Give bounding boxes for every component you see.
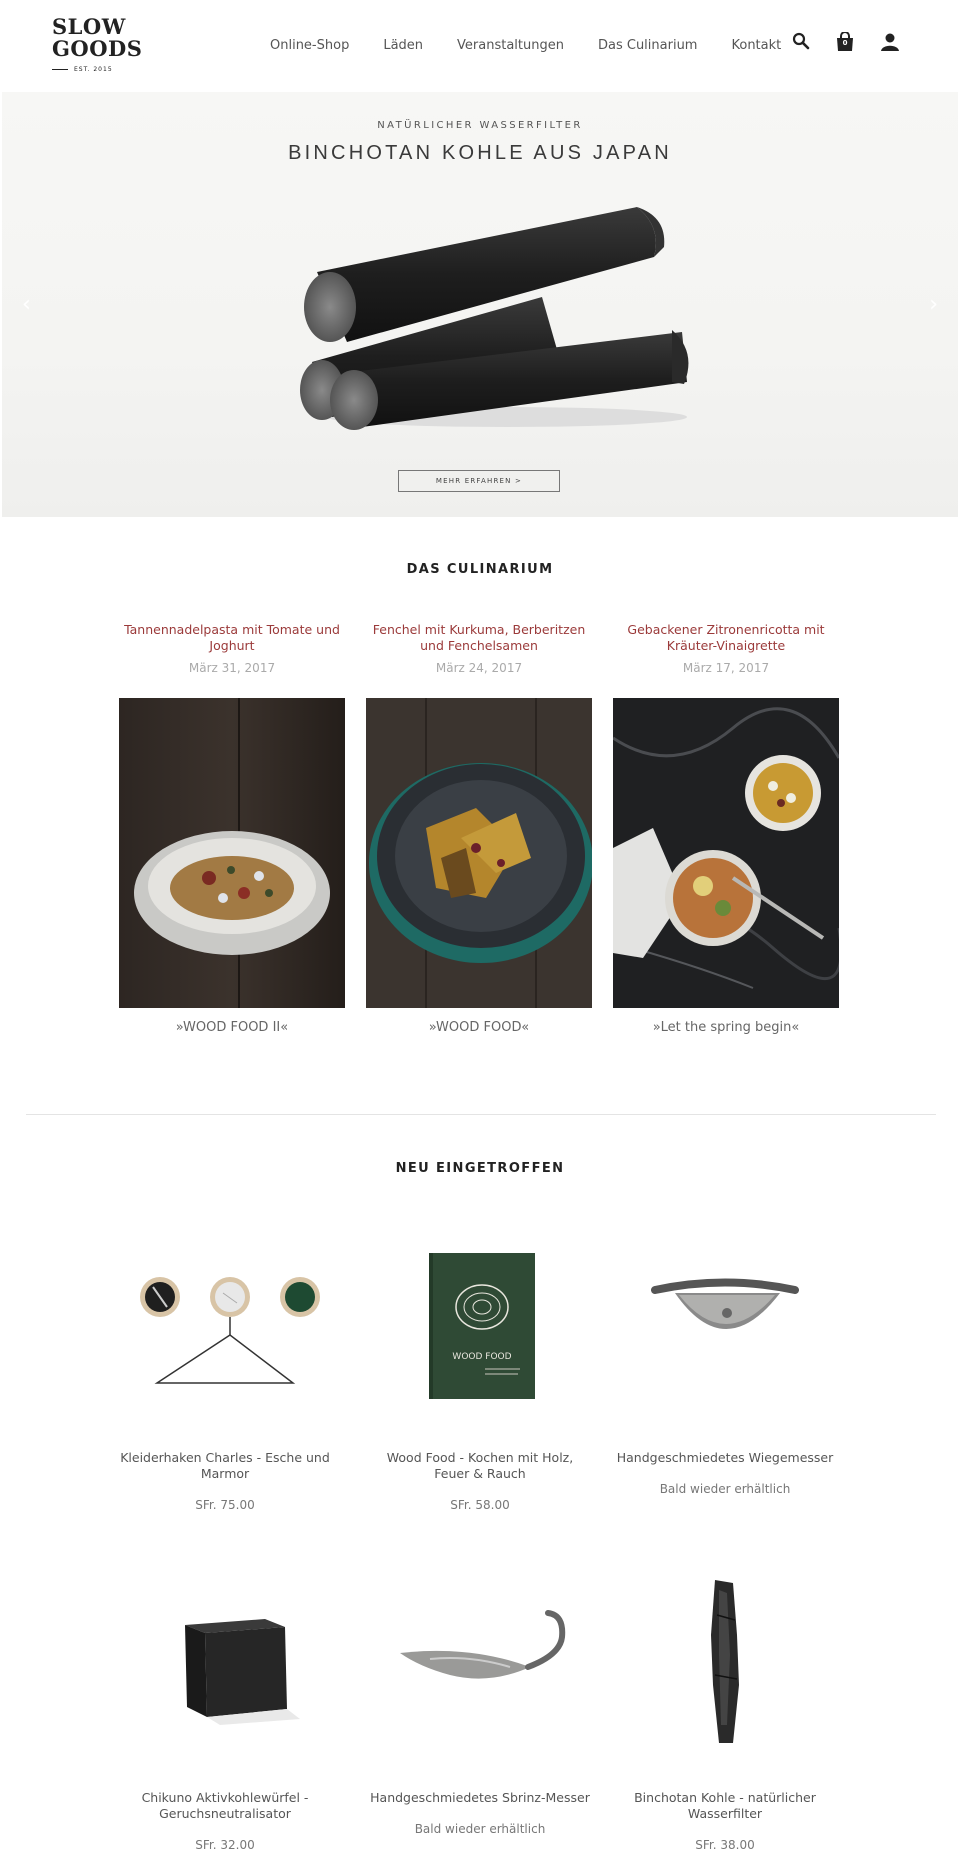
user-icon[interactable]: [880, 32, 902, 54]
book-cover-title: WOOD FOOD: [452, 1352, 511, 1362]
product-card: Handgeschmiedetes Wiegemesser Bald wiede…: [615, 1450, 835, 1496]
hero-cta-button[interactable]: MEHR ERFAHREN >: [398, 470, 560, 492]
hero-title: BINCHOTAN KOHLE AUS JAPAN: [288, 142, 672, 164]
post-header: Tannennadelpasta mit Tomate und Joghurt …: [119, 622, 345, 675]
post-title[interactable]: Tannennadelpasta mit Tomate und Joghurt: [119, 622, 345, 656]
post-date: März 24, 2017: [435, 661, 523, 675]
product-image-binchotan[interactable]: [615, 1575, 835, 1765]
slider-prev-icon[interactable]: ‹: [22, 292, 31, 317]
search-icon[interactable]: [792, 32, 814, 54]
product-name[interactable]: Handgeschmiedetes Sbrinz-Messer: [370, 1790, 590, 1806]
product-name[interactable]: Binchotan Kohle - natürlicher Wasserfilt…: [615, 1790, 835, 1822]
product-name[interactable]: Chikuno Aktivkohlewürfel - Geruchsneutra…: [115, 1790, 335, 1822]
product-price: Bald wieder erhältlich: [659, 1482, 791, 1496]
charcoal-image: [300, 207, 689, 430]
main-nav: Online-Shop Läden Veranstaltungen Das Cu…: [270, 38, 815, 53]
post-date: März 31, 2017: [188, 661, 276, 675]
product-price: SFr. 58.00: [450, 1498, 510, 1512]
product-image-book[interactable]: WOOD FOOD: [370, 1235, 590, 1425]
product-card: Binchotan Kohle - natürlicher Wasserfilt…: [615, 1790, 835, 1852]
section-divider: [26, 1114, 936, 1115]
post-image-fennel[interactable]: [366, 698, 592, 1008]
post-title[interactable]: Fenchel mit Kurkuma, Berberitzen und Fen…: [366, 622, 592, 656]
post-image-ricotta[interactable]: [613, 698, 839, 1008]
logo-established: EST. 2015: [52, 66, 152, 73]
logo-line-2: GOODS: [52, 36, 143, 61]
slider-next-icon[interactable]: ›: [929, 292, 938, 317]
post-date: März 17, 2017: [682, 661, 770, 675]
hero-subtitle: NATÜRLICHER WASSERFILTER: [377, 120, 583, 131]
logo-est-text: EST. 2015: [74, 66, 113, 73]
nav-veranstaltungen[interactable]: Veranstaltungen: [457, 38, 564, 53]
product-price: SFr. 75.00: [195, 1498, 255, 1512]
site-header: SLOW GOODS EST. 2015 Online-Shop Läden V…: [0, 0, 960, 92]
product-image-mezzaluna[interactable]: [615, 1235, 835, 1425]
post-caption[interactable]: »Let the spring begin«: [613, 1020, 839, 1035]
logo-dash: [52, 69, 68, 70]
post-header: Fenchel mit Kurkuma, Berberitzen und Fen…: [366, 622, 592, 675]
post-caption[interactable]: »WOOD FOOD«: [366, 1020, 592, 1035]
culinarium-heading: DAS CULINARIUM: [406, 562, 554, 577]
nav-laeden[interactable]: Läden: [383, 38, 423, 53]
product-price: Bald wieder erhältlich: [414, 1822, 546, 1836]
logo-line-1: SLOW: [52, 14, 126, 39]
product-image-coat-hooks[interactable]: [115, 1235, 335, 1425]
product-card: Chikuno Aktivkohlewürfel - Geruchsneutra…: [115, 1790, 335, 1852]
nav-culinarium[interactable]: Das Culinarium: [598, 38, 698, 53]
new-arrivals-heading: NEU EINGETROFFEN: [395, 1161, 565, 1176]
nav-online-shop[interactable]: Online-Shop: [270, 38, 349, 53]
header-icons: 0: [770, 31, 902, 54]
product-price: SFr. 32.00: [195, 1838, 255, 1852]
product-image-sbrinz-knife[interactable]: [370, 1575, 590, 1765]
product-card: Kleiderhaken Charles - Esche und Marmor …: [115, 1450, 335, 1512]
shopping-bag-icon[interactable]: 0: [836, 31, 858, 54]
product-name[interactable]: Handgeschmiedetes Wiegemesser: [615, 1450, 835, 1466]
site-logo[interactable]: SLOW GOODS EST. 2015: [52, 16, 152, 73]
post-title[interactable]: Gebackener Zitronenricotta mit Kräuter-V…: [613, 622, 839, 656]
post-caption[interactable]: »WOOD FOOD II«: [119, 1020, 345, 1035]
cart-count: 0: [842, 39, 848, 47]
hero-slider: NATÜRLICHER WASSERFILTER BINCHOTAN KOHLE…: [2, 92, 958, 517]
product-name[interactable]: Kleiderhaken Charles - Esche und Marmor: [115, 1450, 335, 1482]
product-image-charcoal-cube[interactable]: [115, 1575, 335, 1765]
product-price: SFr. 38.00: [695, 1838, 755, 1852]
product-card: Handgeschmiedetes Sbrinz-Messer Bald wie…: [370, 1790, 590, 1836]
post-image-pasta[interactable]: [119, 698, 345, 1008]
product-card: Wood Food - Kochen mit Holz, Feuer & Rau…: [370, 1450, 590, 1512]
product-name[interactable]: Wood Food - Kochen mit Holz, Feuer & Rau…: [370, 1450, 590, 1482]
post-header: Gebackener Zitronenricotta mit Kräuter-V…: [613, 622, 839, 675]
